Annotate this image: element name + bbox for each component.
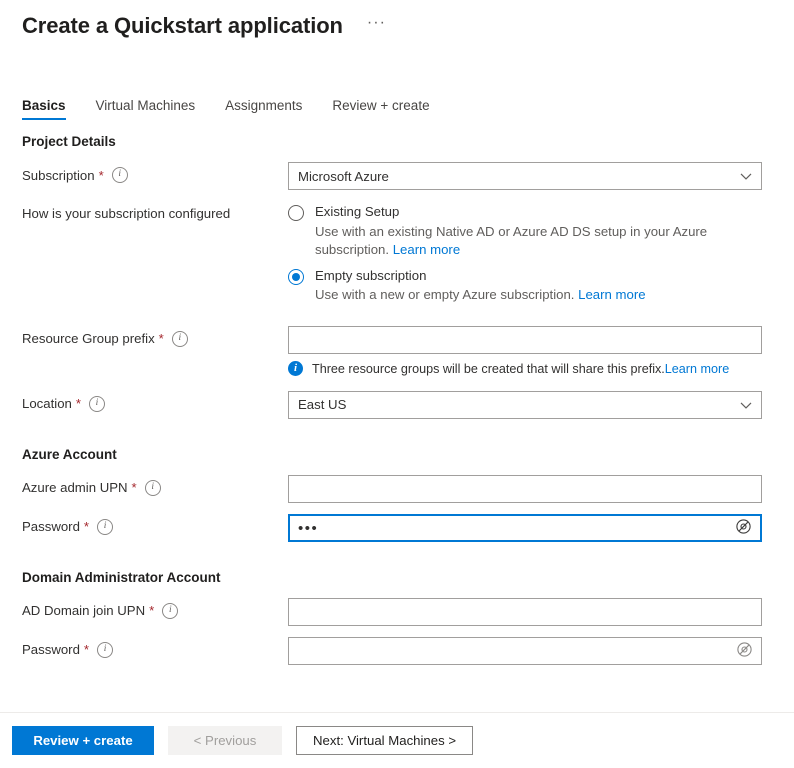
control-azure-admin-upn — [288, 474, 762, 503]
basics-form: Project Details Subscription * i Microso… — [0, 120, 794, 676]
required-asterisk: * — [158, 331, 164, 346]
tab-assignments[interactable]: Assignments — [225, 98, 302, 120]
domain-password-field[interactable] — [288, 636, 762, 665]
control-location: East US — [288, 390, 762, 419]
resource-group-prefix-field[interactable] — [288, 325, 762, 354]
domain-password-input[interactable] — [298, 637, 752, 664]
section-title-azure-account: Azure Account — [22, 446, 117, 462]
label-resource-group-prefix-text: Resource Group prefix — [22, 331, 155, 346]
password-reveal-icon[interactable] — [736, 641, 753, 661]
field-row-ad-domain-join-upn: AD Domain join UPN * i — [22, 597, 794, 626]
label-ad-domain-join-upn-text: AD Domain join UPN — [22, 603, 146, 618]
label-location: Location * i — [22, 391, 288, 412]
radio-description-existing-setup-text: Use with an existing Native AD or Azure … — [315, 223, 708, 258]
tab-virtual-machines[interactable]: Virtual Machines — [96, 98, 196, 120]
page-title: Create a Quickstart application — [22, 13, 343, 38]
info-icon[interactable]: i — [97, 518, 114, 535]
radio-label-empty-subscription: Empty subscription — [315, 267, 427, 283]
info-banner-text: Three resource groups will be created th… — [312, 361, 665, 376]
label-azure-admin-upn-text: Azure admin UPN — [22, 480, 128, 495]
field-row-location: Location * i East US — [22, 390, 794, 419]
info-banner-resource-groups: i Three resource groups will be created … — [288, 360, 794, 377]
password-reveal-icon[interactable] — [735, 518, 752, 538]
tab-review-create[interactable]: Review + create — [332, 98, 429, 120]
info-icon[interactable]: i — [144, 479, 161, 496]
required-asterisk: * — [149, 603, 155, 618]
radio-description-empty-subscription-text: Use with a new or empty Azure subscripti… — [315, 287, 575, 302]
radio-mark-existing-setup[interactable] — [288, 205, 304, 221]
field-row-azure-password: Password * i ••• — [22, 513, 794, 542]
location-dropdown[interactable]: East US — [288, 390, 762, 419]
ad-domain-join-upn-field[interactable] — [288, 597, 762, 626]
next-virtual-machines-button[interactable]: Next: Virtual Machines > — [296, 726, 474, 755]
radio-body-existing-setup: Existing Setup Use with an existing Nati… — [315, 203, 762, 260]
label-domain-password-text: Password — [22, 642, 80, 657]
field-row-domain-password: Password * i — [22, 636, 794, 665]
label-subscription-configured-text: How is your subscription configured — [22, 206, 231, 221]
control-azure-password: ••• — [288, 513, 762, 542]
control-domain-password — [288, 636, 762, 665]
info-icon[interactable]: i — [89, 395, 105, 412]
section-title-domain-administrator-account: Domain Administrator Account — [22, 569, 221, 585]
info-banner-content: Three resource groups will be created th… — [312, 361, 729, 377]
section-title-project-details: Project Details — [22, 134, 116, 149]
subscription-selected-value: Microsoft Azure — [298, 168, 389, 184]
required-asterisk: * — [83, 642, 90, 657]
radio-description-empty-subscription: Use with a new or empty Azure subscripti… — [315, 286, 646, 305]
required-asterisk: * — [98, 167, 104, 183]
learn-more-link-existing-setup[interactable]: Learn more — [393, 242, 460, 257]
tab-basics[interactable]: Basics — [22, 98, 66, 120]
info-banner-learn-more-link[interactable]: Learn more — [665, 362, 729, 376]
info-icon[interactable]: i — [111, 167, 128, 183]
tab-bar: Basics Virtual Machines Assignments Revi… — [0, 92, 794, 120]
wizard-footer: Review + create < Previous Next: Virtual… — [0, 712, 794, 768]
chevron-down-icon — [740, 397, 752, 412]
field-row-subscription: Subscription * i Microsoft Azure — [22, 162, 794, 190]
resource-group-prefix-input[interactable] — [298, 326, 752, 353]
radio-option-empty-subscription[interactable]: Empty subscription Use with a new or emp… — [288, 267, 762, 305]
subscription-dropdown[interactable]: Microsoft Azure — [288, 162, 762, 190]
field-row-azure-admin-upn: Azure admin UPN * i — [22, 474, 794, 503]
label-domain-password: Password * i — [22, 637, 288, 658]
page-header: Create a Quickstart application ··· — [0, 0, 794, 44]
label-location-text: Location — [22, 396, 72, 411]
label-subscription-configured: How is your subscription configured — [22, 201, 288, 221]
chevron-down-icon — [740, 169, 752, 184]
previous-button: < Previous — [168, 726, 282, 755]
azure-password-field[interactable]: ••• — [288, 513, 762, 542]
required-asterisk: * — [75, 396, 81, 411]
info-filled-icon: i — [288, 360, 303, 376]
review-create-button[interactable]: Review + create — [12, 726, 154, 755]
radio-label-existing-setup: Existing Setup — [315, 204, 400, 219]
radio-option-existing-setup[interactable]: Existing Setup Use with an existing Nati… — [288, 203, 762, 260]
radio-body-empty-subscription: Empty subscription Use with a new or emp… — [315, 267, 646, 305]
location-selected-value: East US — [298, 397, 347, 412]
field-row-subscription-configured: How is your subscription configured Exis… — [22, 201, 794, 312]
info-icon[interactable]: i — [97, 641, 114, 658]
radio-description-existing-setup: Use with an existing Native AD or Azure … — [315, 223, 762, 260]
label-azure-admin-upn: Azure admin UPN * i — [22, 475, 288, 496]
label-resource-group-prefix: Resource Group prefix * i — [22, 326, 288, 347]
control-resource-group-prefix — [288, 325, 762, 354]
learn-more-link-empty-subscription[interactable]: Learn more — [578, 287, 645, 302]
azure-admin-upn-field[interactable] — [288, 474, 762, 503]
required-asterisk: * — [83, 519, 90, 534]
label-subscription: Subscription * i — [22, 162, 288, 183]
azure-admin-upn-input[interactable] — [298, 475, 752, 502]
label-azure-password-text: Password — [22, 519, 80, 534]
control-ad-domain-join-upn — [288, 597, 762, 626]
radio-mark-empty-subscription[interactable] — [288, 268, 304, 285]
field-row-resource-group-prefix: Resource Group prefix * i — [22, 325, 794, 354]
label-subscription-text: Subscription — [22, 167, 95, 183]
radio-group-subscription-configured: Existing Setup Use with an existing Nati… — [288, 201, 762, 312]
more-options-icon[interactable]: ··· — [361, 13, 392, 39]
control-subscription: Microsoft Azure — [288, 162, 762, 190]
info-icon[interactable]: i — [171, 330, 188, 347]
info-icon[interactable]: i — [162, 602, 179, 619]
label-ad-domain-join-upn: AD Domain join UPN * i — [22, 598, 288, 619]
ad-domain-join-upn-input[interactable] — [298, 598, 752, 625]
label-azure-password: Password * i — [22, 514, 288, 535]
azure-password-masked-value: ••• — [298, 520, 319, 537]
required-asterisk: * — [131, 480, 137, 495]
